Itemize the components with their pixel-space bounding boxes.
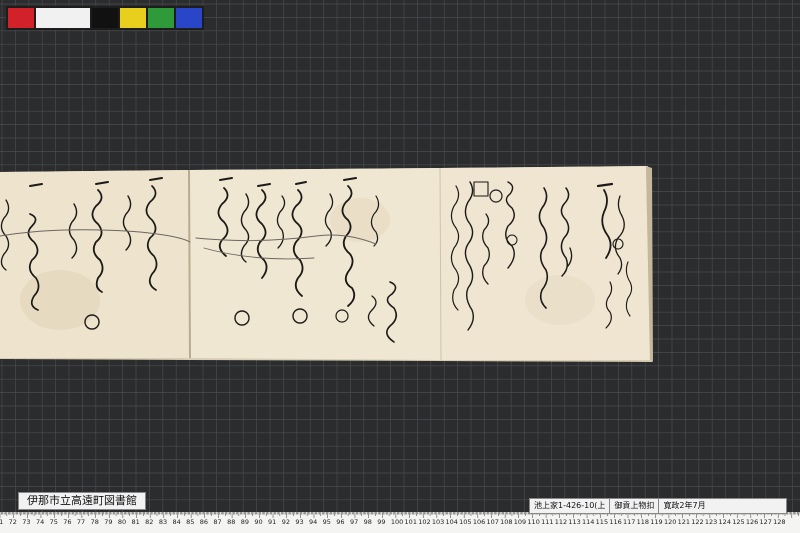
- ruler-number: 128: [773, 518, 786, 526]
- ruler-number: 115: [595, 518, 609, 526]
- ruler-number: 80: [117, 518, 127, 526]
- ruler-number: 120: [663, 518, 677, 526]
- ruler-number: 78: [90, 518, 99, 526]
- ruler-number: 84: [172, 518, 181, 526]
- ruler-number: 76: [63, 518, 72, 526]
- ruler-number: 117: [622, 518, 636, 526]
- color-swatch-white: [36, 8, 90, 28]
- ruler-number: 114: [582, 518, 595, 526]
- catalog-title: 御貢上物扣: [610, 499, 660, 513]
- ruler-number: 77: [76, 518, 86, 526]
- ruler-number: 116: [609, 518, 622, 526]
- ruler-number: 79: [104, 518, 113, 526]
- ruler-number: 113: [568, 518, 581, 526]
- ruler-number: 107: [486, 518, 499, 526]
- ruler-number: 112: [554, 518, 568, 526]
- ruler-number: 71: [0, 518, 4, 526]
- ruler-number: 103: [431, 518, 445, 526]
- color-swatch-yellow: [120, 8, 146, 28]
- color-chart: [6, 6, 204, 30]
- ruler-number: 94: [308, 518, 318, 526]
- ruler-number: 104: [445, 518, 458, 526]
- ruler-number: 74: [35, 518, 45, 526]
- ruler-number: 87: [213, 518, 222, 526]
- ruler-number: 85: [186, 518, 195, 526]
- ruler-number: 72: [8, 518, 17, 526]
- document-photo-scene: [0, 0, 800, 533]
- ruler-number: 83: [158, 518, 168, 526]
- paper-sheet-left: [0, 170, 190, 358]
- ruler-number: 96: [336, 518, 345, 526]
- ruler-number: 73: [22, 518, 31, 526]
- ruler-number: 111: [541, 518, 554, 526]
- ruler-number: 121: [677, 518, 691, 526]
- ruler-number: 90: [254, 518, 263, 526]
- ruler-number: 75: [49, 518, 58, 526]
- ruler-number: 92: [281, 518, 290, 526]
- catalog-id: 池上家1-426-10(上: [530, 499, 611, 513]
- ruler-number: 122: [691, 518, 704, 526]
- ruler-number: 126: [745, 518, 759, 526]
- ruler-number: 123: [704, 518, 718, 526]
- ruler-number: 109: [513, 518, 527, 526]
- ruler-number: 89: [240, 518, 249, 526]
- catalog-date: 寛政2年7月: [663, 501, 706, 510]
- color-swatch-black: [92, 8, 118, 28]
- ruler-number: 101: [404, 518, 417, 526]
- ruler-number: 81: [131, 518, 140, 526]
- ruler-number: 86: [199, 518, 209, 526]
- ruler-number: 119: [650, 518, 663, 526]
- ruler-number: 118: [636, 518, 650, 526]
- ruler-number: 97: [349, 518, 359, 526]
- ruler-number: 108: [500, 518, 513, 526]
- ruler-number: 127: [759, 518, 772, 526]
- ruler-number: 82: [145, 518, 154, 526]
- document-scroll: [0, 166, 653, 362]
- ruler-number: 105: [459, 518, 472, 526]
- ruler-number: 98: [363, 518, 372, 526]
- ruler-number: 106: [472, 518, 486, 526]
- ruler-number: 124: [718, 518, 731, 526]
- ruler-number: 110: [527, 518, 540, 526]
- color-swatch-red: [8, 8, 34, 28]
- ruler-number: 100: [390, 518, 404, 526]
- color-swatch-blue: [176, 8, 202, 28]
- catalog-label: 池上家1-426-10(上 御貢上物扣 寛政2年7月: [529, 498, 787, 514]
- library-label: 伊那市立高遠町図書館: [18, 492, 146, 510]
- ruler-number: 88: [227, 518, 236, 526]
- ruler-number: 95: [322, 518, 331, 526]
- ruler-number: 93: [295, 518, 304, 526]
- ruler-number: 91: [268, 518, 277, 526]
- color-swatch-green: [148, 8, 174, 28]
- ruler-number: 125: [732, 518, 745, 526]
- ruler-numbers: 71 72 73 74 75 76 77 78 79 80 81 82 83 84 85 86 87 88 89 90…: [0, 514, 800, 533]
- ruler-number: 102: [418, 518, 431, 526]
- ruler-number: 99: [377, 518, 386, 526]
